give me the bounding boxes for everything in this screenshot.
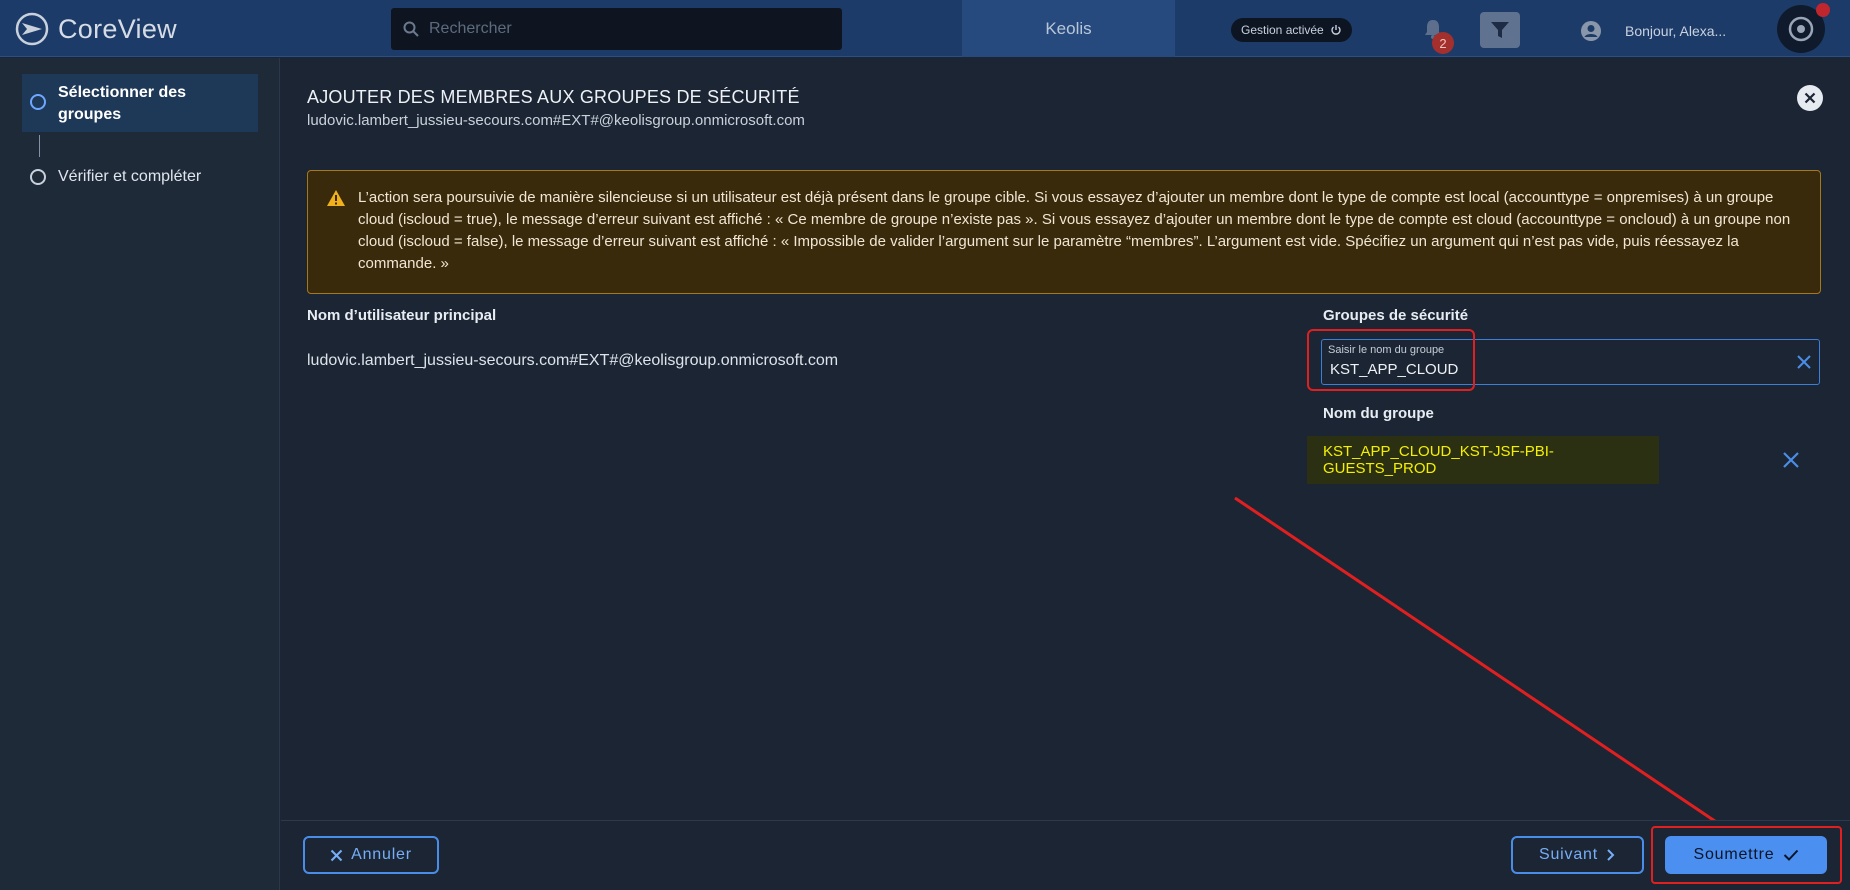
- filter-button[interactable]: [1480, 12, 1520, 48]
- warning-text: L’action sera poursuivie de manière sile…: [358, 189, 1791, 272]
- app-logo[interactable]: CoreView: [14, 11, 177, 47]
- avatar-status-dot: [1816, 3, 1830, 17]
- search-bar[interactable]: [391, 8, 842, 50]
- warning-banner: L’action sera poursuivie de manière sile…: [307, 170, 1821, 294]
- close-icon: [1804, 92, 1816, 104]
- user-greeting[interactable]: Bonjour, Alexa...: [1625, 23, 1726, 39]
- tenant-selector[interactable]: Keolis: [962, 0, 1175, 57]
- annotation-highlight-field: [1307, 329, 1475, 391]
- step-review-complete[interactable]: Vérifier et compléter: [22, 166, 209, 188]
- upn-label: Nom d’utilisateur principal: [307, 307, 497, 324]
- filter-icon: [1491, 22, 1509, 38]
- user-icon[interactable]: [1580, 20, 1602, 42]
- step-select-groups[interactable]: Sélectionner des groupes: [22, 74, 258, 132]
- security-groups-label: Groupes de sécurité: [1323, 307, 1469, 324]
- step-indicator-icon: [30, 169, 46, 185]
- power-icon: [1331, 25, 1341, 35]
- notification-badge: 2: [1432, 32, 1454, 54]
- next-label: Suivant: [1539, 846, 1598, 863]
- dialog-panel: AJOUTER DES MEMBRES AUX GROUPES DE SÉCUR…: [281, 58, 1850, 890]
- search-input[interactable]: [429, 20, 829, 38]
- warning-icon: [327, 190, 345, 206]
- management-toggle[interactable]: Gestion activée: [1231, 18, 1352, 42]
- cancel-button[interactable]: Annuler: [303, 836, 439, 874]
- wizard-steps-sidebar: Sélectionner des groupes Vérifier et com…: [0, 58, 280, 890]
- annotation-highlight-submit: [1651, 826, 1842, 884]
- coreview-avatar-icon: [1788, 16, 1814, 42]
- cancel-label: Annuler: [351, 846, 412, 863]
- remove-group-icon[interactable]: [1782, 451, 1800, 469]
- search-icon: [403, 21, 419, 37]
- dialog-footer: Annuler Suivant Soumettre: [281, 820, 1850, 890]
- step-label: Sélectionner des groupes: [58, 84, 187, 123]
- management-label: Gestion activée: [1241, 23, 1324, 37]
- step-indicator-icon: [30, 94, 46, 110]
- chevron-right-icon: [1607, 849, 1615, 861]
- page-subtitle: ludovic.lambert_jussieu-secours.com#EXT#…: [307, 112, 805, 129]
- step-connector: [39, 135, 40, 157]
- step-label: Vérifier et compléter: [58, 168, 202, 185]
- clear-field-icon[interactable]: [1795, 353, 1813, 371]
- top-bar: CoreView Keolis Gestion activée 2 Bonjou…: [0, 0, 1850, 57]
- app-name: CoreView: [58, 13, 177, 44]
- coreview-logo-icon: [15, 12, 49, 46]
- close-button[interactable]: [1797, 85, 1823, 111]
- selected-group-row: KST_APP_CLOUD_KST-JSF-PBI-GUESTS_PROD: [1307, 436, 1659, 484]
- group-name-header: Nom du groupe: [1323, 405, 1434, 422]
- upn-value: ludovic.lambert_jussieu-secours.com#EXT#…: [307, 352, 839, 369]
- page-title: AJOUTER DES MEMBRES AUX GROUPES DE SÉCUR…: [307, 87, 800, 107]
- next-button[interactable]: Suivant: [1511, 836, 1644, 874]
- close-icon: [330, 849, 343, 861]
- selected-group-name: KST_APP_CLOUD_KST-JSF-PBI-GUESTS_PROD: [1323, 443, 1554, 477]
